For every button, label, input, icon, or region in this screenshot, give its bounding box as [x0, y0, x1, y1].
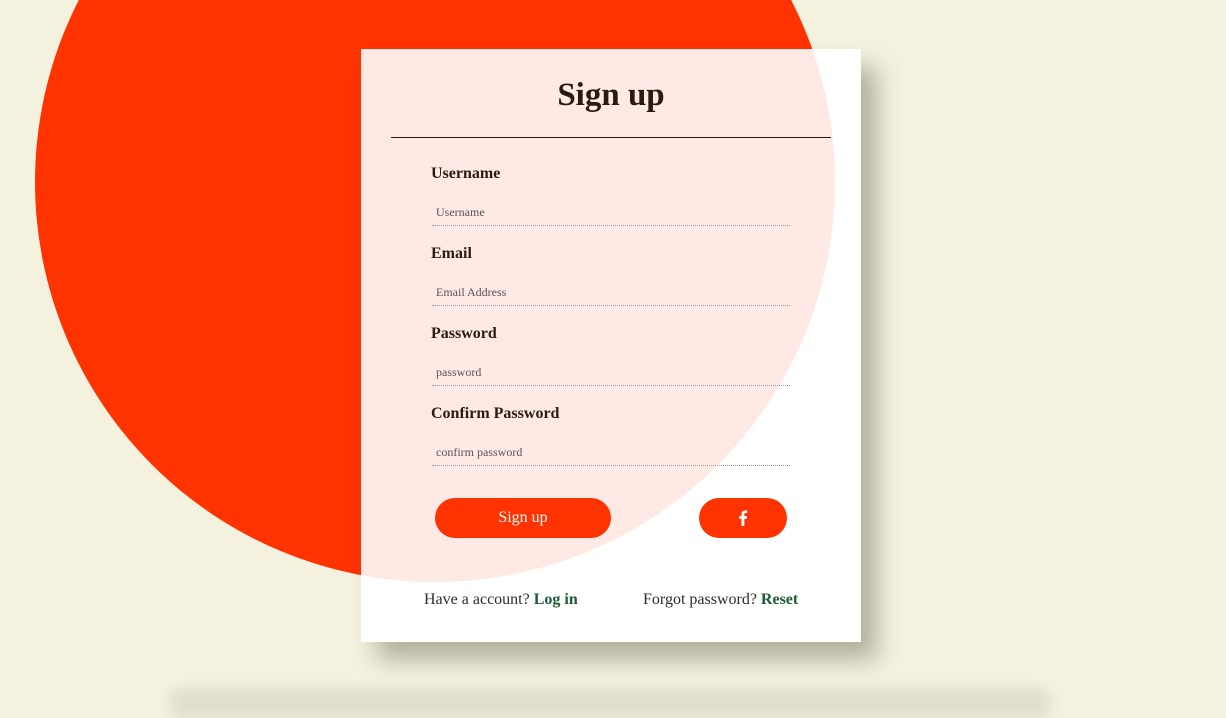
signup-card: Sign up Username Email Password Confirm …	[361, 49, 861, 642]
login-link[interactable]: Log in	[534, 591, 578, 608]
confirm-password-label: Confirm Password	[431, 405, 560, 422]
email-label: Email	[431, 245, 472, 262]
username-label: Username	[431, 165, 501, 182]
facebook-icon	[739, 510, 748, 526]
login-prompt: Have a account? Log in	[424, 591, 578, 609]
password-input[interactable]	[432, 360, 790, 386]
page-title: Sign up	[557, 77, 665, 113]
facebook-signup-button[interactable]	[699, 498, 787, 538]
reset-prompt: Forgot password? Reset	[643, 591, 798, 609]
reset-link[interactable]: Reset	[761, 591, 798, 608]
title-divider	[391, 137, 831, 138]
reset-prompt-text: Forgot password?	[643, 591, 757, 608]
username-input[interactable]	[432, 200, 790, 226]
password-label: Password	[431, 325, 497, 342]
confirm-password-input[interactable]	[432, 440, 790, 466]
login-prompt-text: Have a account?	[424, 591, 530, 608]
signup-button[interactable]: Sign up	[435, 498, 611, 538]
signup-form: Sign up Username Email Password Confirm …	[361, 49, 861, 642]
email-input[interactable]	[432, 280, 790, 306]
bottom-shadow	[170, 688, 1050, 718]
